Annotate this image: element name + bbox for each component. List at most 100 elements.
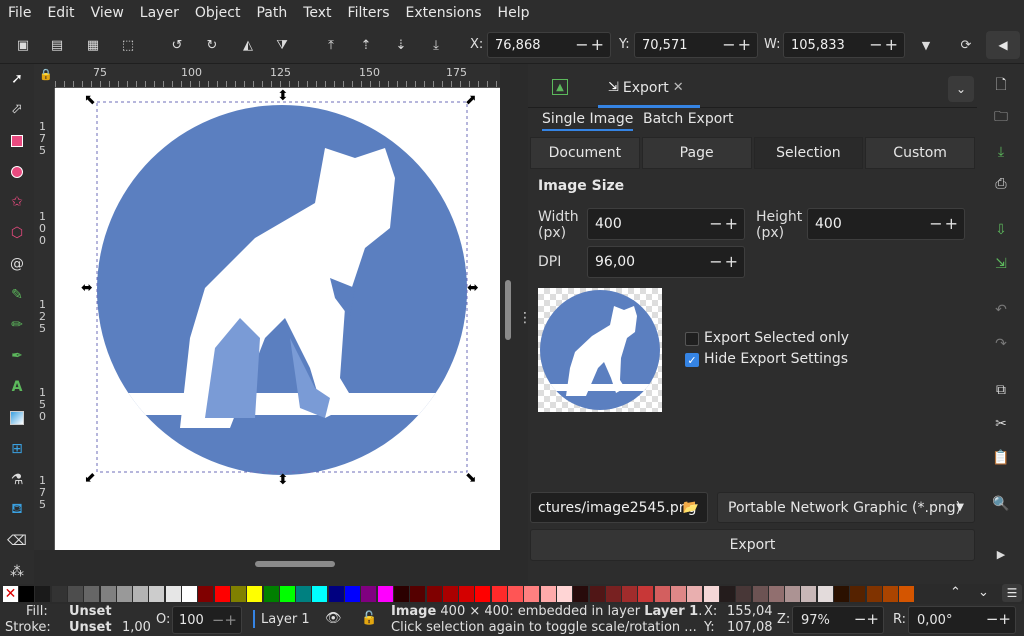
tab-batch-export[interactable]: Batch Export <box>643 111 734 127</box>
open-folder-icon[interactable]: 🗀 <box>991 108 1011 128</box>
horizontal-scrollbar[interactable] <box>255 561 335 567</box>
pen-tool-icon[interactable]: ✎ <box>6 284 28 306</box>
color-swatch[interactable] <box>377 586 393 602</box>
color-swatch[interactable] <box>182 586 197 602</box>
resize-handle-icon[interactable]: ⬌ <box>467 280 479 296</box>
segment-page[interactable]: Page <box>641 137 752 169</box>
ellipse-tool-icon[interactable] <box>6 161 28 183</box>
menu-path[interactable]: Path <box>248 0 295 27</box>
color-swatch[interactable] <box>866 586 882 602</box>
segment-custom[interactable]: Custom <box>865 137 975 169</box>
lock-ratio-icon[interactable]: ⟳ <box>955 34 977 56</box>
color-swatch[interactable] <box>882 586 898 602</box>
color-swatch[interactable] <box>296 586 312 602</box>
color-swatch[interactable] <box>247 586 263 602</box>
y-stepper-icon[interactable]: −+ <box>722 35 753 54</box>
lock-layer-icon[interactable]: 🔓 <box>361 611 377 626</box>
width-stepper-icon[interactable]: −+ <box>709 214 740 233</box>
color-swatch[interactable] <box>605 586 621 602</box>
cut-icon[interactable]: ✂ <box>991 414 1011 434</box>
menu-text[interactable]: Text <box>295 0 339 27</box>
rect-tool-icon[interactable] <box>6 130 28 152</box>
drawing-canvas[interactable]: ⬉ ⬍ ⬈ ⬌ ⬌ ⬋ ⬍ ⬊ <box>55 88 500 550</box>
palette-menu-icon[interactable]: ☰ <box>1002 584 1022 602</box>
flip-horizontal-icon[interactable]: ◭ <box>237 34 259 56</box>
color-swatch[interactable] <box>19 586 34 602</box>
color-swatch[interactable] <box>84 586 100 602</box>
color-swatch[interactable] <box>736 586 752 602</box>
color-swatch[interactable] <box>442 586 458 602</box>
select-all-icon[interactable]: ▣ <box>12 34 34 56</box>
format-select[interactable]: Portable Network Graphic (*.png) ▼ <box>717 492 975 523</box>
raise-to-top-icon[interactable]: ⤒ <box>320 34 342 56</box>
color-swatch[interactable] <box>719 586 735 602</box>
color-swatch[interactable] <box>540 586 556 602</box>
dpi-input[interactable]: 96,00 −+ <box>587 246 745 278</box>
new-document-icon[interactable]: 🗋 <box>991 76 1011 96</box>
menu-edit[interactable]: Edit <box>39 0 82 27</box>
color-swatch[interactable] <box>410 586 426 602</box>
menu-help[interactable]: Help <box>490 0 538 27</box>
spray-tool-icon[interactable]: ⁂ <box>6 561 28 583</box>
zoom-input[interactable]: 97% −+ <box>792 606 884 634</box>
export-selected-checkbox[interactable] <box>685 332 699 346</box>
color-swatch[interactable] <box>361 586 377 602</box>
color-swatch[interactable] <box>198 586 214 602</box>
resize-handle-icon[interactable]: ⬊ <box>465 470 477 486</box>
color-swatch[interactable] <box>850 586 866 602</box>
export-button[interactable]: Export <box>530 529 975 561</box>
rotation-input[interactable]: 0,00° −+ <box>908 606 1016 634</box>
menu-object[interactable]: Object <box>187 0 249 27</box>
color-swatch[interactable] <box>622 586 638 602</box>
color-swatch[interactable] <box>393 586 409 602</box>
rotate-ccw-icon[interactable]: ↺ <box>166 34 188 56</box>
menu-filters[interactable]: Filters <box>340 0 398 27</box>
color-swatch[interactable] <box>67 586 83 602</box>
color-swatch[interactable] <box>752 586 768 602</box>
color-swatch[interactable] <box>508 586 523 602</box>
expand-right-icon[interactable]: ▶ <box>991 544 1011 564</box>
height-stepper-icon[interactable]: −+ <box>929 214 960 233</box>
menu-view[interactable]: View <box>83 0 132 27</box>
color-swatch[interactable] <box>116 586 132 602</box>
opacity-stepper-icon[interactable]: −+ <box>212 611 237 629</box>
x-stepper-icon[interactable]: −+ <box>575 35 606 54</box>
color-swatch[interactable] <box>491 586 507 602</box>
tab-export[interactable]: ⇲ Export ✕ <box>598 70 700 108</box>
color-swatch[interactable] <box>834 586 849 602</box>
zoom-stepper-icon[interactable]: −+ <box>854 610 879 628</box>
paste-icon[interactable]: 📋 <box>991 448 1011 468</box>
select-all-layers-icon[interactable]: ▤ <box>46 34 68 56</box>
color-swatch[interactable] <box>475 586 491 602</box>
hide-export-checkbox[interactable]: ✓ <box>685 353 699 367</box>
menu-file[interactable]: File <box>0 0 39 27</box>
width-input[interactable]: 400 −+ <box>587 208 745 240</box>
3dbox-tool-icon[interactable]: ⬡ <box>6 222 28 244</box>
color-swatch[interactable] <box>524 586 540 602</box>
pencil-tool-icon[interactable]: ✏ <box>6 314 28 336</box>
folder-icon[interactable]: 📂 <box>683 500 699 515</box>
save-icon[interactable]: ⤓ <box>991 142 1011 162</box>
color-swatch[interactable] <box>51 586 67 602</box>
close-tab-icon[interactable]: ✕ <box>673 80 684 95</box>
dropper-tool-icon[interactable]: ⚗ <box>6 469 28 491</box>
color-swatch[interactable] <box>214 586 230 602</box>
lower-icon[interactable]: ⇣ <box>390 34 412 56</box>
palette-up-icon[interactable]: ⌃ <box>950 585 961 600</box>
fill-value[interactable]: Unset <box>69 604 112 619</box>
paint-bucket-tool-icon[interactable]: ⛾ <box>6 499 28 521</box>
current-layer[interactable]: Layer 1 <box>261 612 310 627</box>
color-swatch[interactable] <box>573 586 589 602</box>
tabs-menu-icon[interactable]: ⌄ <box>948 76 974 102</box>
resize-handle-icon[interactable]: ⬈ <box>465 92 477 108</box>
visibility-eye-icon[interactable]: 👁 <box>325 611 342 626</box>
copy-icon[interactable]: ⧉ <box>991 380 1011 400</box>
undo-icon[interactable]: ↶ <box>991 300 1011 320</box>
color-swatch[interactable] <box>35 586 51 602</box>
color-swatch[interactable] <box>703 586 719 602</box>
collapse-left-icon[interactable]: ◀ <box>986 31 1020 59</box>
selector-tool-icon[interactable]: ➚ <box>6 68 28 90</box>
export-icon[interactable]: ⇲ <box>991 254 1011 274</box>
tab-single-image[interactable]: Single Image <box>542 111 634 131</box>
opacity-input[interactable]: 100 −+ <box>172 606 242 634</box>
